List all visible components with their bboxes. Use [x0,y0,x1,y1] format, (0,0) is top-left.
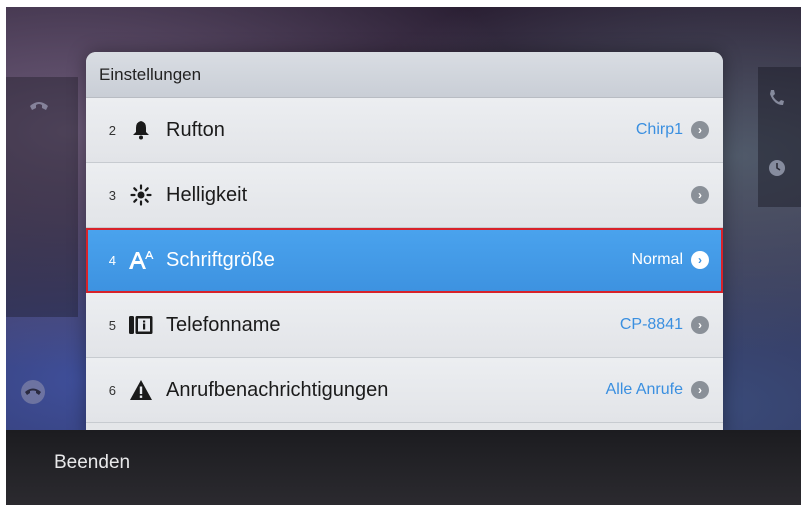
row-number: 3 [108,187,116,203]
softkey-bar: Beenden [6,430,801,505]
settings-row-schriftgroesse[interactable]: 4 Schriftgröße Normal › [86,228,723,293]
row-number: 4 [108,252,116,268]
row-label: Rufton [166,118,225,141]
chevron-right-icon: › [691,186,709,204]
settings-row-anrufbenachrichtigungen[interactable]: 6 Anrufbenachrichtigungen Alle Anrufe › [86,358,723,423]
handset-icon [28,99,50,117]
phone-screen: Einstellungen 2 Rufton Chirp1 › 3 Hellig… [6,7,801,505]
font-size-icon [128,250,154,270]
phone-icon [768,89,784,110]
warning-icon [128,379,154,401]
chevron-right-icon: › [691,381,709,399]
row-value: CP-8841 [619,316,683,333]
settings-row-telefonname[interactable]: 5 Telefonname CP-8841 › [86,293,723,358]
chevron-right-icon: › [691,251,709,269]
row-label: Telefonname [166,313,281,336]
settings-row-rufton[interactable]: 2 Rufton Chirp1 › [86,98,723,163]
chevron-right-icon: › [691,316,709,334]
row-value: Normal [631,251,683,268]
brightness-icon [128,184,154,206]
row-label: Helligkeit [166,183,248,206]
settings-row-helligkeit[interactable]: 3 Helligkeit › [86,163,723,228]
row-value: Chirp1 [635,121,683,138]
row-number: 6 [108,382,116,398]
row-number: 5 [108,317,116,333]
clock-icon [768,159,786,180]
settings-panel: Einstellungen 2 Rufton Chirp1 › 3 Hellig… [86,52,723,437]
panel-title: Einstellungen [86,52,723,98]
row-label: Schriftgröße [166,248,275,271]
row-value: Alle Anrufe [605,381,683,398]
hangup-icon [20,379,46,409]
phone-info-icon [128,315,154,335]
row-label: Anrufbenachrichtigungen [166,378,389,401]
bell-icon [128,120,154,140]
chevron-right-icon: › [691,121,709,139]
background-status-panel [758,67,801,207]
row-number: 2 [108,122,116,138]
exit-softkey[interactable]: Beenden [54,452,130,474]
